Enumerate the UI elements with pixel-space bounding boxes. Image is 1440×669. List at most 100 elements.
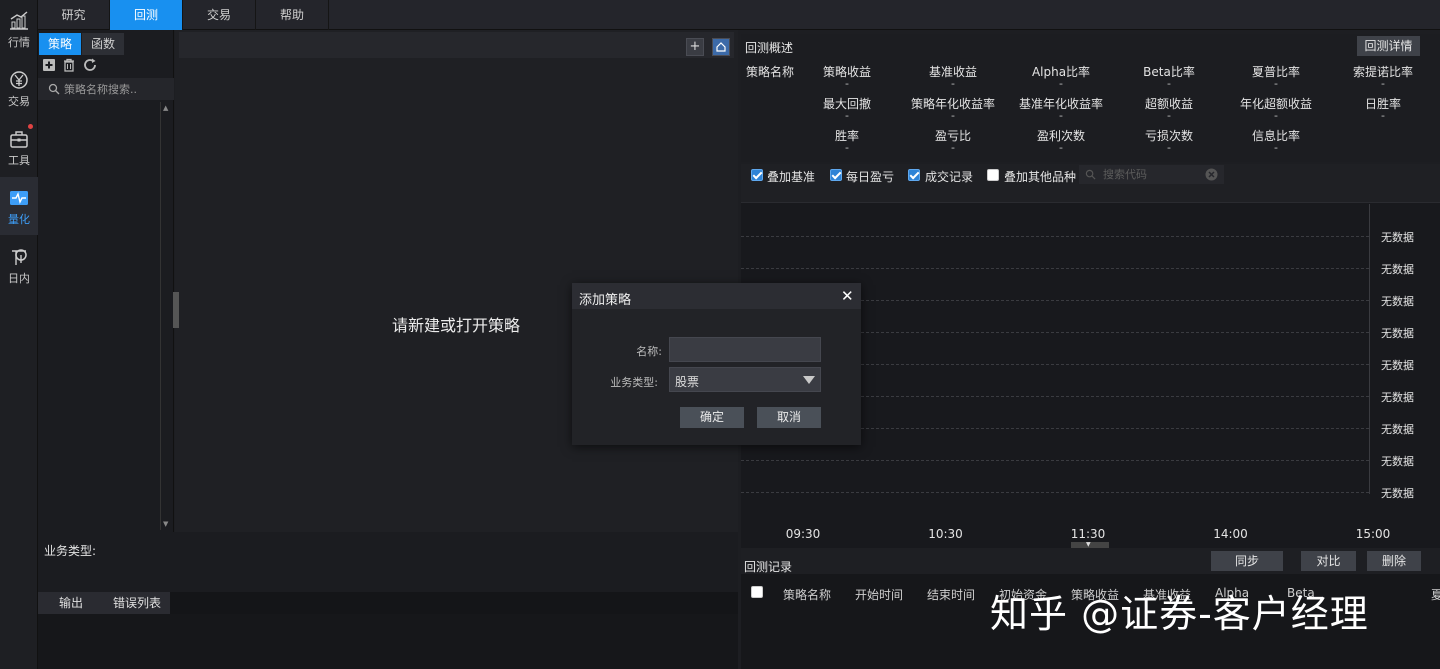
x-tick-label: 15:00: [1355, 527, 1391, 541]
metric-value: -: [845, 109, 849, 122]
x-tick-label: 10:30: [928, 527, 963, 541]
tree-scrollbar[interactable]: ▲ ▼: [160, 102, 172, 530]
grid-line: [741, 492, 1369, 493]
rail-item-trade[interactable]: 交易: [0, 59, 38, 117]
business-type-select[interactable]: 股票: [669, 367, 821, 392]
caret-down-icon: ▼: [1086, 541, 1091, 548]
code-search-input[interactable]: [1103, 166, 1203, 183]
overview-title: 回测概述: [745, 41, 794, 55]
business-type-panel: 业务类型:: [38, 532, 738, 592]
tab-help[interactable]: 帮助: [256, 0, 329, 30]
backtest-detail-button[interactable]: 回测详情: [1357, 36, 1420, 56]
strategy-search-input[interactable]: [64, 80, 168, 98]
compare-button[interactable]: 对比: [1301, 551, 1356, 571]
chart-y-axis: [1369, 204, 1370, 494]
strategy-name-field[interactable]: [669, 337, 821, 362]
chart-options: 叠加基准 每日盈亏 成交记录 叠加其他品种: [741, 164, 1440, 186]
cancel-button[interactable]: 取消: [757, 407, 821, 428]
scroll-down-icon[interactable]: ▼: [163, 520, 168, 528]
business-type-value: 股票: [675, 375, 700, 389]
metric-value: -: [1274, 109, 1278, 122]
rail-label-trade: 交易: [8, 95, 30, 108]
search-icon: [48, 83, 60, 95]
rail-item-intraday[interactable]: 日内: [0, 236, 38, 294]
layout-button[interactable]: [712, 38, 730, 56]
editor-empty-message: 请新建或打开策略: [392, 316, 521, 335]
trade-records-checkbox[interactable]: [908, 169, 920, 181]
tab-function[interactable]: 函数: [82, 33, 124, 55]
chevron-down-icon: [803, 376, 815, 384]
add-icon[interactable]: [42, 58, 56, 72]
panel-collapse-handle[interactable]: [173, 292, 179, 328]
tab-backtest[interactable]: 回测: [110, 0, 183, 30]
chart-header-strip: [741, 186, 1440, 203]
overlay-other-checkbox[interactable]: [987, 169, 999, 181]
metric-value: -: [1167, 77, 1171, 90]
metric-value: -: [1167, 109, 1171, 122]
output-console: [38, 614, 738, 669]
no-data-label: 无数据: [1381, 359, 1414, 372]
no-data-label: 无数据: [1381, 327, 1414, 340]
tab-strategy[interactable]: 策略: [39, 33, 81, 55]
no-data-label: 无数据: [1381, 455, 1414, 468]
strategy-name-label: 策略名称: [746, 65, 795, 79]
close-icon[interactable]: ✕: [841, 287, 854, 305]
metric-value: -: [951, 109, 955, 122]
overlay-other-label: 叠加其他品种: [1004, 170, 1077, 184]
records-title: 回测记录: [744, 560, 793, 574]
metric-value: -: [951, 141, 955, 154]
rail-item-tools[interactable]: 工具: [0, 118, 38, 176]
rail-label-tools: 工具: [8, 154, 30, 167]
business-type-label: 业务类型:: [44, 544, 97, 558]
new-tab-button[interactable]: +: [686, 38, 704, 56]
code-search: [1079, 165, 1224, 184]
rail-label-intraday: 日内: [8, 272, 30, 285]
rail-item-market[interactable]: 行情: [0, 0, 38, 58]
scroll-up-icon[interactable]: ▲: [163, 104, 168, 112]
trash-icon[interactable]: [62, 58, 76, 72]
tab-research[interactable]: 研究: [38, 0, 110, 30]
dialog-title: 添加策略: [579, 293, 632, 308]
x-tick-label: 09:30: [785, 527, 821, 541]
pulse-icon: [10, 191, 28, 205]
refresh-icon[interactable]: [83, 58, 97, 72]
metric-value: -: [1274, 141, 1278, 154]
rail-item-quant[interactable]: 量化: [0, 177, 38, 235]
grid-line: [741, 460, 1369, 461]
metric-value: -: [1059, 77, 1063, 90]
tab-output[interactable]: 输出: [38, 592, 104, 614]
strategy-panel: 策略 函数 ▲ ▼: [38, 30, 174, 532]
watermark: 知乎 @证券-客户经理: [990, 592, 1369, 636]
metric-value: -: [1381, 77, 1385, 90]
col-start-time: 开始时间: [855, 588, 904, 602]
no-data-label: 无数据: [1381, 391, 1414, 404]
delete-button[interactable]: 删除: [1367, 551, 1421, 571]
x-tick-label: 14:00: [1213, 527, 1248, 541]
select-all-checkbox[interactable]: [751, 586, 763, 598]
dialog-header: 添加策略 ✕: [572, 283, 861, 309]
name-label: 名称:: [636, 345, 662, 358]
metric-value: -: [1274, 77, 1278, 90]
strategy-search: [38, 78, 174, 100]
metric-value: -: [845, 77, 849, 90]
chart-icon: [10, 11, 28, 30]
no-data-label: 无数据: [1381, 295, 1414, 308]
metric-value: -: [1059, 141, 1063, 154]
col-strategy-name: 策略名称: [783, 588, 832, 602]
confirm-button[interactable]: 确定: [680, 407, 744, 428]
home-icon: [716, 42, 726, 52]
yen-icon: [10, 71, 28, 89]
overlay-benchmark-label: 叠加基准: [767, 170, 816, 184]
intraday-icon: [12, 249, 27, 265]
sync-button[interactable]: 同步: [1211, 551, 1283, 571]
search-icon: [1085, 169, 1096, 180]
clear-icon[interactable]: [1205, 168, 1218, 181]
daily-pnl-checkbox[interactable]: [830, 169, 842, 181]
tab-error-list[interactable]: 错误列表: [104, 592, 170, 614]
daily-pnl-label: 每日盈亏: [846, 170, 895, 184]
overlay-benchmark-checkbox[interactable]: [751, 169, 763, 181]
trade-records-label: 成交记录: [925, 170, 974, 184]
tab-trade[interactable]: 交易: [183, 0, 256, 30]
metric-value: -: [951, 77, 955, 90]
x-tick-label: 11:30: [1070, 527, 1106, 541]
